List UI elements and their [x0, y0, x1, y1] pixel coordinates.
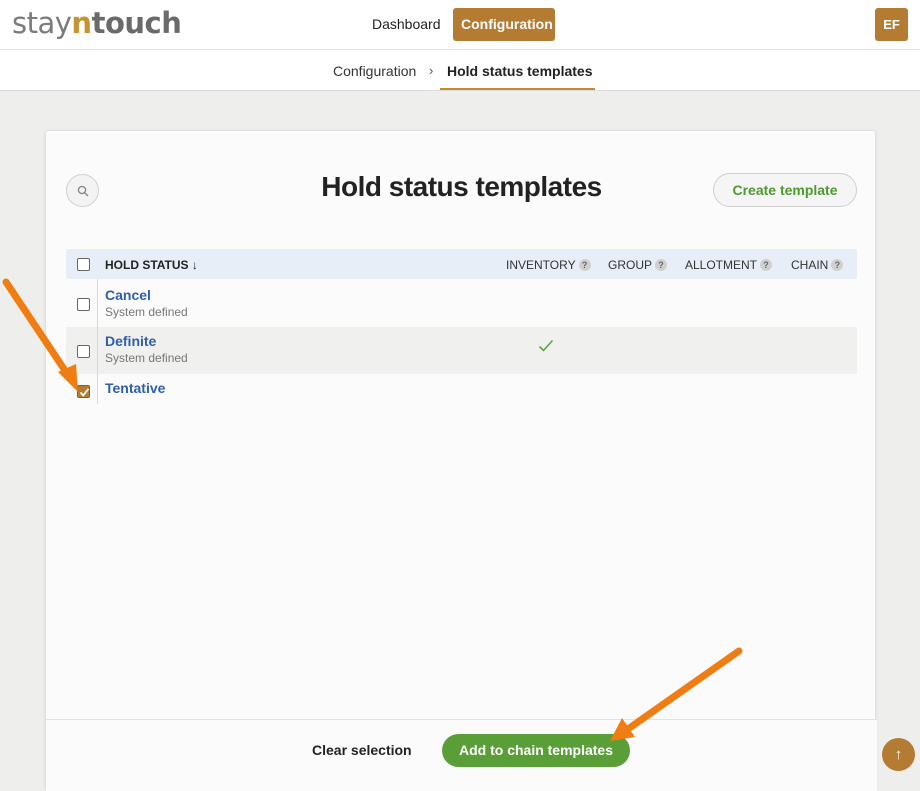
column-inventory: INVENTORY?: [506, 258, 591, 272]
table-row[interactable]: Tentative: [66, 374, 857, 404]
scroll-to-top-button[interactable]: ↑: [882, 738, 915, 771]
table-row[interactable]: Definite System defined: [66, 327, 857, 374]
hold-status-subtitle: System defined: [105, 305, 188, 319]
add-to-chain-templates-button[interactable]: Add to chain templates: [442, 734, 630, 767]
help-icon[interactable]: ?: [655, 259, 668, 271]
active-tab-underline: [440, 88, 595, 90]
column-allotment: ALLOTMENT?: [685, 258, 773, 272]
hold-status-subtitle: System defined: [105, 351, 188, 365]
top-navigation-bar: stayntouch Dashboard Configuration EF: [0, 0, 920, 50]
help-icon[interactable]: ?: [831, 259, 844, 271]
hold-status-name[interactable]: Definite: [105, 333, 156, 349]
help-icon[interactable]: ?: [760, 259, 773, 271]
checkmark-icon: [79, 388, 90, 397]
table-header: HOLD STATUS ↓ INVENTORY? GROUP? ALLOTMEN…: [66, 249, 857, 279]
selection-footer: Clear selection Add to chain templates: [46, 719, 877, 791]
row-checkbox-checked[interactable]: [77, 385, 90, 398]
user-avatar[interactable]: EF: [875, 8, 908, 41]
column-divider: [97, 279, 98, 404]
select-all-checkbox[interactable]: [77, 258, 90, 271]
column-group: GROUP?: [608, 258, 668, 272]
nav-dashboard[interactable]: Dashboard: [364, 8, 449, 41]
create-template-button[interactable]: Create template: [713, 173, 857, 207]
row-checkbox[interactable]: [77, 298, 90, 311]
hold-status-name[interactable]: Cancel: [105, 287, 151, 303]
breadcrumb-current: Hold status templates: [447, 63, 593, 79]
inventory-check-icon: [538, 339, 554, 352]
row-checkbox[interactable]: [77, 345, 90, 358]
column-hold-status[interactable]: HOLD STATUS ↓: [105, 258, 198, 272]
stayntouch-logo[interactable]: stayntouch: [12, 6, 182, 40]
breadcrumb-separator-icon: ›: [429, 63, 434, 78]
clear-selection-button[interactable]: Clear selection: [312, 742, 412, 758]
arrow-up-icon: ↑: [894, 746, 903, 763]
breadcrumb: Configuration › Hold status templates: [0, 50, 920, 91]
hold-status-name[interactable]: Tentative: [105, 380, 165, 396]
breadcrumb-configuration[interactable]: Configuration: [333, 63, 416, 79]
help-icon[interactable]: ?: [578, 259, 591, 271]
table-row[interactable]: Cancel System defined: [66, 281, 857, 328]
nav-configuration[interactable]: Configuration: [453, 8, 555, 41]
templates-card: Hold status templates Create template HO…: [45, 130, 877, 791]
column-chain: CHAIN?: [791, 258, 844, 272]
